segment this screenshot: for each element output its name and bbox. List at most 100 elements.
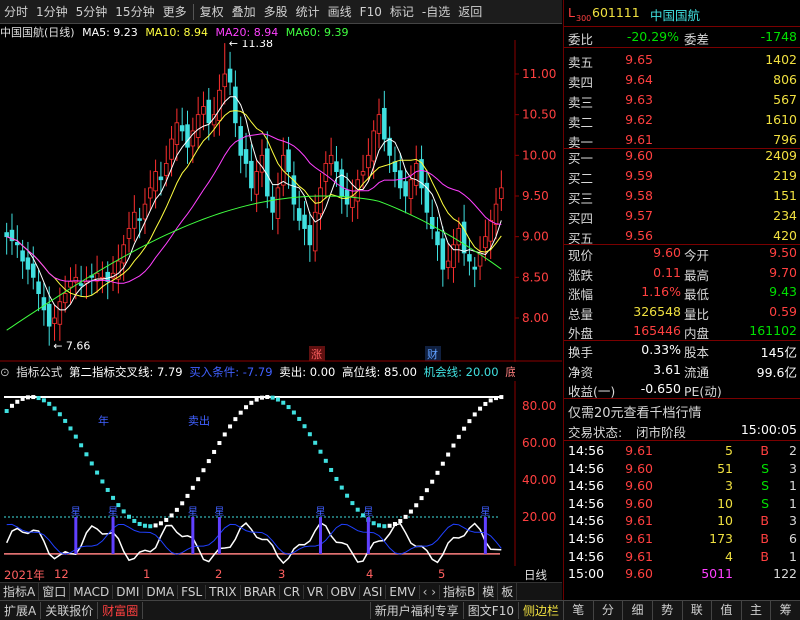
star-signal-label: 星 xyxy=(188,506,198,518)
quote-tab-7[interactable]: 筹 xyxy=(770,600,800,620)
candle-body xyxy=(392,161,398,172)
quote-tab-1[interactable]: 分 xyxy=(592,600,623,620)
toolbar-item-12[interactable]: -自选 xyxy=(418,3,454,20)
indicator-name[interactable]: 指标公式 xyxy=(16,365,62,379)
indicator-tab-3[interactable]: DMI xyxy=(113,584,144,599)
oscillator-dot xyxy=(89,461,94,466)
oscillator-dot xyxy=(329,467,334,472)
toolbar-item-1[interactable]: 1分钟 xyxy=(32,3,72,20)
candle-body xyxy=(483,236,488,249)
candle-body xyxy=(472,266,478,270)
indicator-tab-9[interactable]: VR xyxy=(304,584,328,599)
indicator-chart[interactable]: 80.00 60.00 40.00 20.00 星 星 星 星 星 星 星 年 卖出 xyxy=(0,381,562,566)
bottom-right-item-1[interactable]: 图文F10 xyxy=(462,602,518,619)
bottom-item-1[interactable]: 关联报价 xyxy=(41,602,99,619)
candle-body xyxy=(493,203,499,225)
toolbar-item-3[interactable]: 15分钟 xyxy=(111,3,158,20)
oscillator-dot xyxy=(233,417,238,422)
toolbar-separator xyxy=(192,3,194,20)
candle-body xyxy=(227,68,233,83)
oscillator-dot xyxy=(371,521,376,526)
bottom-item-2[interactable]: 财富圈 xyxy=(98,602,144,619)
oscillator-dot xyxy=(68,426,73,431)
indicator-tab-14[interactable]: 模 xyxy=(479,583,499,600)
cai-marker[interactable]: 财 xyxy=(427,347,438,361)
quote-tab-6[interactable]: 主 xyxy=(740,600,771,620)
indicator-tab-0[interactable]: 指标A xyxy=(0,583,40,600)
zhang-marker[interactable]: 涨 xyxy=(311,348,322,361)
divider xyxy=(564,47,800,48)
period-label[interactable]: 日线 xyxy=(524,567,547,583)
indicator-tab-7[interactable]: BRAR xyxy=(241,584,281,599)
ask-volume: 1402 xyxy=(765,52,797,67)
indicator-tab-13[interactable]: 指标B xyxy=(440,583,480,600)
trade-tick-row: 14:56 9.61 10 B 3 xyxy=(564,512,800,531)
candle-body xyxy=(169,138,174,160)
oscillator-dot xyxy=(424,488,429,493)
oscillator-dot xyxy=(467,419,472,424)
oscillator-dot xyxy=(318,449,323,454)
price-tick-label: 9.50 xyxy=(522,189,549,203)
kline-chart[interactable]: 11.00 10.50 10.00 9.50 9.00 8.50 8.00 ← 11.38 ← … xyxy=(0,40,562,362)
indicator-tab-5[interactable]: FSL xyxy=(178,584,207,599)
ask-price: 9.63 xyxy=(625,92,653,107)
indicator-tab-1[interactable]: 窗口 xyxy=(39,583,71,600)
candle-body xyxy=(366,154,371,169)
tick-volume: 10 xyxy=(717,495,733,511)
indicator-tab-8[interactable]: CR xyxy=(280,584,304,599)
indicator-line5: 机会线: 20.00 xyxy=(423,365,499,379)
trade-tick-row: 14:56 9.61 173 B 6 xyxy=(564,530,800,549)
bottom-right-item-0[interactable]: 新用户福利专享 xyxy=(369,602,463,619)
candle-body xyxy=(25,257,31,270)
indicator-tab-11[interactable]: ASI xyxy=(360,584,387,599)
indicator-tab-6[interactable]: TRIX xyxy=(206,584,241,599)
quote-tab-4[interactable]: 联 xyxy=(681,600,712,620)
period-toolbar: 分时 1分钟 5分钟 15分钟 更多 复权 叠加 多股 统计 画线 F10 标记 -自选 返回 xyxy=(0,0,562,24)
quote-tab-5[interactable]: 值 xyxy=(711,600,741,620)
oscillator-dot xyxy=(307,432,312,437)
toolbar-item-6[interactable]: 叠加 xyxy=(228,3,260,20)
toolbar-item-4[interactable]: 更多 xyxy=(159,3,191,20)
toolbar-item-9[interactable]: 画线 xyxy=(324,3,356,20)
ask-row: 卖三 9.63 567 xyxy=(564,91,800,110)
toolbar-item-5[interactable]: 复权 xyxy=(196,3,228,20)
toolbar-item-7[interactable]: 多股 xyxy=(260,3,292,20)
indicator-tab-15[interactable]: 板 xyxy=(498,583,518,600)
toolbar-item-8[interactable]: 统计 xyxy=(292,3,324,20)
indicator-arrow-icon[interactable]: ⊙ xyxy=(0,365,10,379)
bid-row: 买一 9.60 2409 xyxy=(564,147,800,166)
indicator-tab-12[interactable]: EMV xyxy=(386,584,420,599)
promo-link[interactable]: 仅需20元查看千档行情 xyxy=(568,402,702,421)
tabs-scroll-icon[interactable]: ‹ › xyxy=(420,584,440,599)
toolbar-item-10[interactable]: F10 xyxy=(356,5,386,19)
candle-body xyxy=(467,254,472,262)
oscillator-dot xyxy=(451,443,456,448)
bid-volume: 420 xyxy=(773,228,797,243)
time-axis-label: 2021年 xyxy=(4,568,45,582)
quote-tab-0[interactable]: 笔 xyxy=(563,600,593,620)
oscillator-dot xyxy=(57,412,62,417)
price-tick-label: 9.00 xyxy=(522,230,549,244)
toolbar-item-2[interactable]: 5分钟 xyxy=(72,3,112,20)
candle-body xyxy=(328,154,334,165)
indicator-tab-2[interactable]: MACD xyxy=(70,584,114,599)
tick-price: 9.61 xyxy=(625,513,653,529)
quote-tab-2[interactable]: 细 xyxy=(622,600,652,620)
tick-time: 14:56 xyxy=(568,495,605,511)
tick-price: 9.60 xyxy=(625,495,653,511)
indicator-tick-label: 40.00 xyxy=(522,473,556,487)
quote-tab-3[interactable]: 势 xyxy=(651,600,682,620)
star-signal-bar xyxy=(318,517,322,554)
price-tick-label: 11.00 xyxy=(522,67,556,81)
toolbar-item-0[interactable]: 分时 xyxy=(0,3,32,20)
bottom-right-item-2[interactable]: 侧边栏 xyxy=(517,602,563,619)
toolbar-item-13[interactable]: 返回 xyxy=(454,3,486,20)
bottom-item-0[interactable]: 扩展A xyxy=(0,602,42,619)
candle-body xyxy=(360,171,366,176)
tick-volume: 5011 xyxy=(701,566,733,582)
candle-body xyxy=(73,276,79,283)
indicator-tab-10[interactable]: OBV xyxy=(328,584,361,599)
indicator-tab-4[interactable]: DMA xyxy=(143,584,179,599)
toolbar-item-11[interactable]: 标记 xyxy=(386,3,418,20)
stock-code: 601111 xyxy=(592,5,640,20)
